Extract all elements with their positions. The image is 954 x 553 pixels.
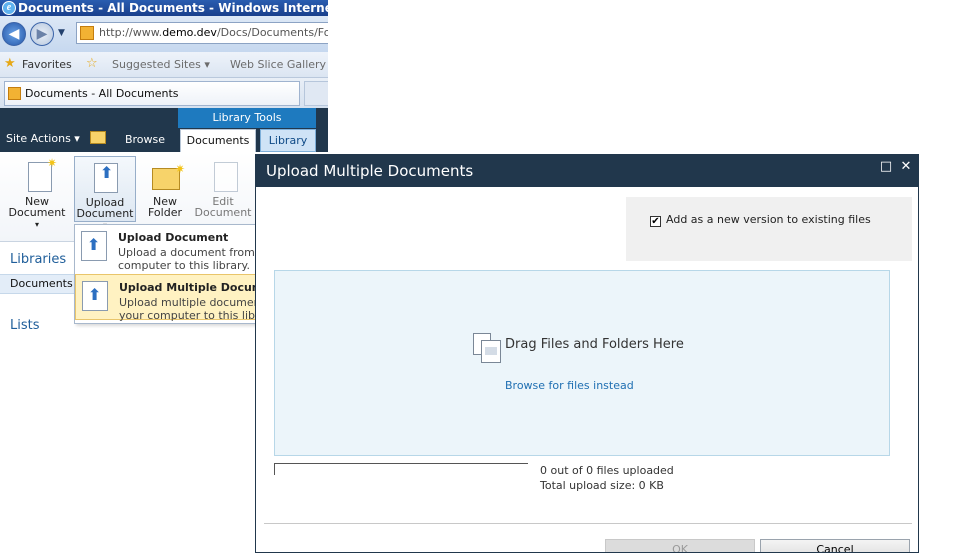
dialog-title: Upload Multiple Documents bbox=[266, 162, 474, 180]
new-document-icon: ✷ bbox=[28, 157, 57, 192]
menu-item-upload-document[interactable]: ⬆ Upload Document Upload a document from… bbox=[75, 225, 255, 272]
browse-for-files-link[interactable]: Browse for files instead bbox=[505, 379, 634, 392]
edit-document-button: Edit Document bbox=[192, 156, 254, 222]
close-icon[interactable]: ✕ bbox=[898, 159, 914, 175]
history-dropdown-icon[interactable]: ▼ bbox=[58, 28, 65, 38]
drag-drop-zone[interactable]: Drag Files and Folders Here Browse for f… bbox=[274, 270, 890, 456]
tab-browse[interactable]: Browse bbox=[118, 129, 172, 152]
nav-lists-heading[interactable]: Lists bbox=[10, 318, 40, 330]
drop-zone-title: Drag Files and Folders Here bbox=[505, 337, 684, 352]
multiple-files-icon bbox=[473, 333, 501, 363]
address-bar[interactable]: http://www.demo.dev/Docs/Documents/Forms… bbox=[76, 22, 328, 44]
dialog-divider bbox=[264, 523, 912, 524]
cancel-button[interactable]: Cancel bbox=[760, 539, 910, 552]
upload-dropdown-menu: ⬆ Upload Document Upload a document from… bbox=[74, 224, 256, 324]
favorites-bar: ★ Favorites ☆ Suggested Sites ▾ Web Slic… bbox=[0, 52, 328, 78]
web-slice-gallery-link[interactable]: Web Slice Gallery bbox=[230, 58, 326, 71]
edit-document-icon bbox=[214, 162, 238, 192]
upload-document-button[interactable]: ⬆ UploadDocument ▾ bbox=[74, 156, 136, 230]
add-as-new-version-label[interactable]: Add as a new version to existing files bbox=[666, 213, 871, 226]
navigate-up-icon[interactable] bbox=[90, 131, 106, 144]
upload-multiple-icon: ⬆ bbox=[82, 281, 108, 311]
tab-favicon-icon bbox=[8, 87, 21, 100]
site-actions-menu[interactable]: Site Actions ▾ bbox=[6, 132, 80, 145]
upload-status: 0 out of 0 files uploaded Total upload s… bbox=[540, 463, 674, 493]
browser-tab-strip: Documents - All Documents bbox=[0, 78, 328, 108]
new-document-button[interactable]: ✷ New Document ▾ bbox=[6, 156, 68, 229]
dialog-title-bar: Upload Multiple Documents □ ✕ bbox=[256, 155, 918, 187]
new-tab-button[interactable] bbox=[304, 81, 328, 106]
upload-document-icon: ⬆ bbox=[94, 163, 118, 193]
favorites-button[interactable]: Favorites bbox=[22, 58, 72, 71]
tab-documents[interactable]: Documents bbox=[180, 129, 256, 152]
new-folder-icon: ✷ bbox=[152, 163, 185, 190]
add-as-new-version-checkbox[interactable]: ✔ bbox=[650, 216, 661, 227]
forward-button[interactable]: ▶ bbox=[30, 22, 54, 46]
site-favicon-icon bbox=[80, 26, 94, 40]
window-title: Documents - All Documents - Windows Inte… bbox=[18, 1, 328, 15]
files-uploaded-count: 0 out of 0 files uploaded bbox=[540, 464, 674, 477]
version-options-panel: ✔ Add as a new version to existing files bbox=[626, 197, 912, 261]
upload-progress-bar bbox=[274, 463, 528, 475]
upload-document-icon: ⬆ bbox=[81, 231, 107, 261]
ie-logo-icon: e bbox=[2, 1, 16, 15]
maximize-icon[interactable]: □ bbox=[878, 159, 894, 175]
suggested-sites-link[interactable]: Suggested Sites ▾ bbox=[112, 58, 210, 71]
favorites-star-icon: ★ bbox=[4, 56, 16, 71]
address-toolbar: ◀ ▶ ▼ http://www.demo.dev/Docs/Documents… bbox=[0, 16, 328, 52]
quick-launch: Libraries Documents Lists bbox=[0, 242, 74, 330]
total-upload-size: Total upload size: 0 KB bbox=[540, 479, 664, 492]
nav-item-documents[interactable]: Documents bbox=[0, 274, 74, 294]
add-favorite-star-icon[interactable]: ☆ bbox=[86, 56, 98, 71]
browser-tab[interactable]: Documents - All Documents bbox=[4, 81, 300, 106]
tab-library[interactable]: Library bbox=[260, 129, 316, 152]
library-tools-group-label: Library Tools bbox=[178, 108, 316, 128]
window-title-bar: e Documents - All Documents - Windows In… bbox=[0, 0, 328, 16]
menu-item-upload-multiple-documents[interactable]: ⬆ Upload Multiple Documents Upload multi… bbox=[75, 274, 255, 322]
ok-button[interactable]: OK bbox=[605, 539, 755, 552]
browser-tab-label: Documents - All Documents bbox=[25, 87, 179, 100]
new-folder-button[interactable]: ✷ New Folder bbox=[134, 156, 196, 222]
nav-libraries-heading[interactable]: Libraries bbox=[10, 252, 66, 267]
upload-multiple-documents-dialog: Upload Multiple Documents □ ✕ ✔ Add as a… bbox=[255, 154, 919, 553]
back-button[interactable]: ◀ bbox=[2, 22, 26, 46]
